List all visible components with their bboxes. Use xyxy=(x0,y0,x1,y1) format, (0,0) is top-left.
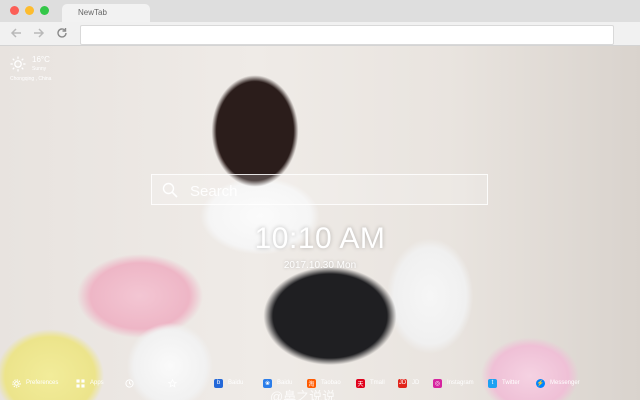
search-icon xyxy=(162,182,178,198)
twitter-link[interactable]: t Twitter xyxy=(488,377,520,389)
reload-button[interactable] xyxy=(54,25,70,41)
jd-link[interactable]: JD JD xyxy=(398,377,419,389)
weather-location: Chongqing , China xyxy=(10,76,52,82)
forward-button[interactable] xyxy=(31,25,47,41)
messenger-link[interactable]: ⚡ Messenger xyxy=(536,377,580,389)
baidu-icon: b xyxy=(214,378,223,388)
weather-condition: Sunny xyxy=(32,66,47,72)
tmall-icon: 天 xyxy=(356,378,365,388)
bookmarks-link[interactable] xyxy=(168,377,182,389)
star-icon xyxy=(168,378,177,388)
messenger-label: Messenger xyxy=(550,380,580,386)
forward-arrow-icon xyxy=(34,28,45,38)
tab-bar: NewTab xyxy=(0,0,640,22)
newtab-page: 16°C Sunny Chongqing , China 10:10 AM 20… xyxy=(0,46,640,400)
back-button[interactable] xyxy=(8,25,24,41)
tmall-link[interactable]: 天 Tmall xyxy=(356,377,385,389)
reload-icon xyxy=(57,28,67,38)
tab-title: NewTab xyxy=(78,8,107,17)
weather-temperature: 16°C xyxy=(32,55,50,64)
history-icon xyxy=(125,378,134,388)
jd-icon: JD xyxy=(398,378,407,388)
minimize-window-button[interactable] xyxy=(25,6,34,15)
baidu-link[interactable]: b Baidu xyxy=(214,377,243,389)
twitter-icon: t xyxy=(488,378,497,388)
search-box[interactable] xyxy=(151,174,488,205)
baidu-label: Baidu xyxy=(228,380,244,386)
twitter-label: Twitter xyxy=(502,380,520,386)
address-bar[interactable] xyxy=(80,25,614,45)
history-link[interactable] xyxy=(125,377,139,389)
browser-toolbar xyxy=(0,22,640,46)
tab-newtab[interactable]: NewTab xyxy=(62,4,150,22)
instagram-link[interactable]: ◎ Instagram xyxy=(433,377,474,389)
messenger-icon: ⚡ xyxy=(536,378,545,388)
gear-icon xyxy=(12,378,21,388)
close-window-button[interactable] xyxy=(10,6,19,15)
instagram-icon: ◎ xyxy=(433,378,442,388)
apps-label: Apps xyxy=(90,380,104,386)
sun-icon xyxy=(10,56,26,72)
apps-grid-icon xyxy=(76,378,85,388)
watermark-text: @鼻之说说 xyxy=(270,389,336,400)
preferences-link[interactable]: Preferences xyxy=(12,377,58,389)
preferences-label: Preferences xyxy=(26,380,59,386)
clock-time: 10:10 AM xyxy=(254,222,386,255)
search-input[interactable] xyxy=(188,179,472,203)
tmall-label: Tmall xyxy=(370,380,385,386)
clock-date: 2017.10.30 Mon xyxy=(283,260,357,271)
back-arrow-icon xyxy=(10,28,21,38)
instagram-label: Instagram xyxy=(447,380,474,386)
jd-label: JD xyxy=(412,380,420,386)
maximize-window-button[interactable] xyxy=(40,6,49,15)
apps-link[interactable]: Apps xyxy=(76,377,104,389)
